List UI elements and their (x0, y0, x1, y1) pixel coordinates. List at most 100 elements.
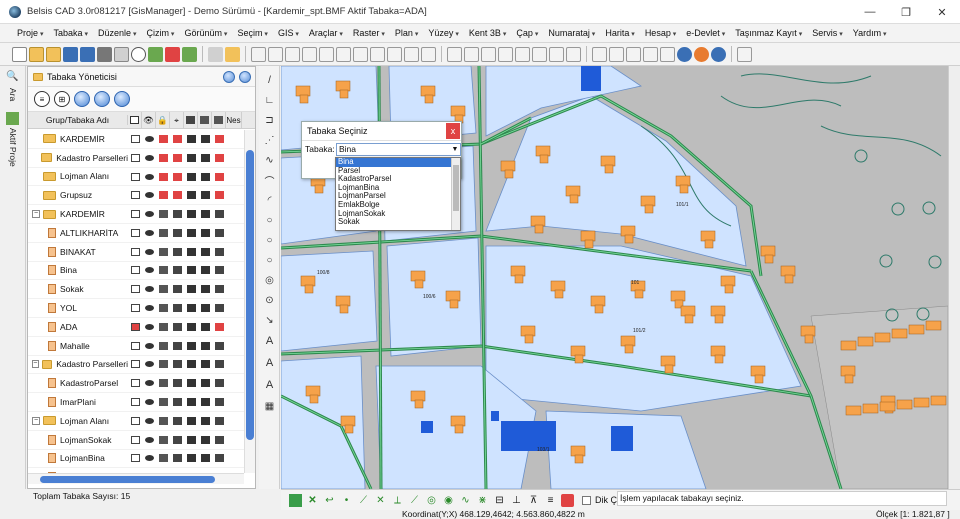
layer-group-row[interactable]: − KARDEMİR (28, 205, 244, 224)
circle2-tool-icon[interactable]: ○ (263, 234, 276, 247)
add-layer-icon[interactable] (74, 91, 90, 107)
lock-toggle-icon[interactable] (156, 393, 170, 411)
building-wing[interactable] (664, 364, 674, 374)
tree-expand-icon[interactable]: ⊞ (54, 91, 70, 107)
save-all-icon[interactable] (80, 46, 95, 62)
color-toggle-icon[interactable] (198, 149, 212, 167)
layer-row[interactable]: KadastroParsel (28, 374, 244, 394)
project-icon[interactable] (6, 112, 19, 125)
print-toggle-icon[interactable] (184, 224, 198, 242)
active-toggle-icon[interactable] (128, 449, 142, 467)
zoom-scale-icon[interactable] (532, 46, 547, 62)
active-toggle-icon[interactable] (128, 130, 142, 148)
point-tool-icon[interactable]: ⊙ (263, 294, 276, 307)
active-toggle-icon[interactable] (128, 355, 142, 373)
tab-ara[interactable]: Ara (8, 88, 18, 101)
snap-toggle-icon[interactable] (170, 412, 184, 430)
building[interactable] (780, 265, 796, 277)
print-toggle-icon[interactable] (184, 355, 198, 373)
spline-tool-icon[interactable]: ∿ (263, 154, 276, 167)
print-toggle-icon[interactable] (184, 186, 198, 204)
quadrant-snap-icon[interactable]: ◉ (442, 494, 455, 507)
lock-toggle-icon[interactable] (156, 431, 170, 449)
layer-row[interactable]: YOL (28, 299, 244, 318)
layer-row[interactable]: ImarPlani (28, 393, 244, 412)
print-toggle-icon[interactable] (184, 431, 198, 449)
print-toggle-icon[interactable] (184, 280, 198, 298)
snap-toggle-icon[interactable] (170, 130, 184, 148)
print-toggle-icon[interactable] (184, 243, 198, 261)
menu-hesap[interactable]: Hesap (640, 28, 681, 38)
save-icon[interactable] (63, 46, 78, 62)
zoom-out-icon[interactable] (498, 46, 513, 62)
snap-toggle-icon[interactable] (170, 355, 184, 373)
color-toggle-icon[interactable] (198, 393, 212, 411)
layer-row[interactable]: BINAKAT (28, 243, 244, 262)
color-toggle-icon[interactable] (198, 318, 212, 336)
menu-gorunum[interactable]: Görünüm (179, 28, 232, 38)
layer-combobox[interactable]: Bina ▼ (336, 143, 461, 156)
menu-tasinmaz-kayit[interactable]: Taşınmaz Kayıt (730, 28, 807, 38)
visibility-column-icon[interactable]: 👁 (142, 111, 156, 129)
building-wing[interactable] (414, 279, 424, 289)
snap-toggle-icon[interactable] (170, 431, 184, 449)
building-wing[interactable] (644, 204, 654, 214)
building[interactable] (670, 290, 686, 302)
point-snap-icon[interactable]: • (340, 494, 353, 507)
row-house[interactable] (908, 324, 925, 335)
eye-toggle-icon[interactable] (142, 355, 156, 373)
menu-proje[interactable]: Proje (12, 28, 48, 38)
color-toggle-icon[interactable] (198, 261, 212, 279)
close-button[interactable]: ✕ (924, 0, 960, 24)
grid-icon[interactable] (182, 46, 197, 62)
print-toggle-icon[interactable] (184, 449, 198, 467)
building-wing[interactable] (624, 344, 634, 354)
menu-yuzey[interactable]: Yüzey (423, 28, 463, 38)
row-house[interactable] (913, 397, 930, 408)
blue-building[interactable] (491, 411, 499, 421)
polar-icon[interactable]: ⊥ (510, 494, 523, 507)
building-wing[interactable] (524, 334, 534, 344)
layer-group-row[interactable]: − Kadastro Parselleri (28, 356, 244, 375)
style-toggle-icon[interactable] (212, 355, 226, 373)
lock-toggle-icon[interactable] (156, 449, 170, 467)
nearest-snap-icon[interactable]: ⟋ (408, 494, 421, 507)
menu-araclar[interactable]: Araçlar (304, 28, 348, 38)
building-wing[interactable] (314, 184, 324, 194)
building[interactable] (500, 160, 516, 172)
layer-vscroll-thumb[interactable] (246, 150, 254, 440)
color-toggle-icon[interactable] (198, 355, 212, 373)
building-wing[interactable] (554, 289, 564, 299)
zoom-realtime-icon[interactable] (549, 46, 564, 62)
building-wing[interactable] (804, 334, 814, 344)
folder-open-icon[interactable] (225, 46, 240, 62)
building[interactable] (800, 325, 816, 337)
style-toggle-icon[interactable] (212, 337, 226, 355)
print-toggle-icon[interactable] (184, 299, 198, 317)
menu-raster[interactable]: Raster (348, 28, 390, 38)
style-toggle-icon[interactable] (212, 280, 226, 298)
label-tool-icon[interactable]: A (263, 378, 276, 391)
about-icon[interactable] (711, 46, 726, 62)
dropdown-option[interactable]: Sokak (336, 218, 460, 227)
building-wing[interactable] (344, 424, 354, 434)
layer-group-row[interactable]: − Lojman Alanı (28, 412, 244, 431)
snap-column-icon[interactable]: ⌖ (170, 111, 184, 129)
refresh-icon[interactable] (566, 46, 581, 62)
print-toggle-icon[interactable] (184, 168, 198, 186)
row-house[interactable] (857, 336, 874, 347)
layer-group-row[interactable]: Grupsuz (28, 186, 244, 206)
expander-icon[interactable] (32, 154, 38, 162)
active-toggle-icon[interactable] (128, 318, 142, 336)
tab-aktif-proje[interactable]: Aktif Proje (8, 128, 18, 167)
building[interactable] (530, 215, 546, 227)
move-icon[interactable] (370, 46, 385, 62)
active-toggle-icon[interactable] (128, 280, 142, 298)
lock-column-icon[interactable]: 🔒 (156, 111, 170, 129)
building-wing[interactable] (784, 274, 794, 284)
menu-servis[interactable]: Servis (807, 28, 847, 38)
style-column-icon[interactable] (212, 111, 226, 129)
layer-group-row[interactable]: Lojman Alanı (28, 168, 244, 187)
print-toggle-icon[interactable] (184, 318, 198, 336)
eye-toggle-icon[interactable] (142, 186, 156, 204)
